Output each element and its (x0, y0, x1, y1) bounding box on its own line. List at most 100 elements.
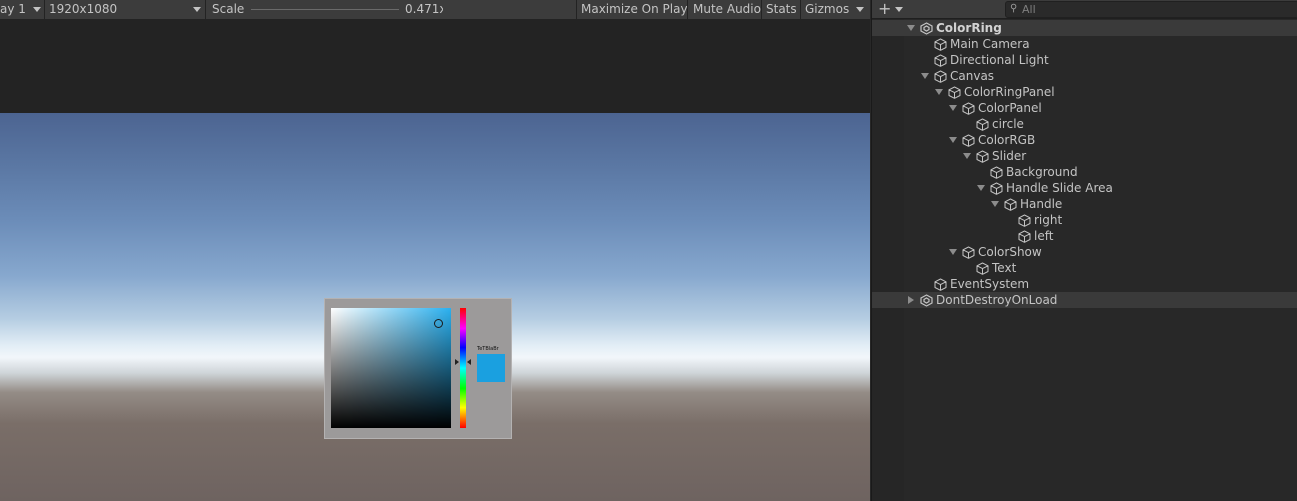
hierarchy-item-label: ColorRGB (978, 133, 1036, 147)
hierarchy-toolbar: + ⚲ (872, 0, 1297, 19)
plus-icon: + (878, 0, 892, 18)
gameobject-cube-icon (976, 262, 989, 275)
hierarchy-item-label: Handle Slide Area (1006, 181, 1113, 195)
gameobject-cube-icon (1018, 214, 1031, 227)
gameobject-cube-icon (976, 150, 989, 163)
hierarchy-item-label: Handle (1020, 197, 1063, 211)
hierarchy-item-label: ColorRingPanel (964, 85, 1055, 99)
hierarchy-item-label: right (1034, 213, 1063, 227)
gameobject-cube-icon (934, 38, 947, 51)
hierarchy-item-label: Slider (992, 149, 1027, 163)
resolution-label: 1920x1080 (49, 2, 118, 16)
hue-slider[interactable] (460, 308, 466, 428)
hierarchy-item[interactable]: Text (872, 260, 1297, 276)
chevron-down-icon (193, 7, 201, 12)
hierarchy-item[interactable]: circle (872, 116, 1297, 132)
chevron-down-icon (895, 7, 903, 12)
search-icon: ⚲ (1010, 3, 1018, 14)
game-view-toolbar: ay 1 1920x1080 Scale 0.471x Maximize On … (0, 0, 870, 20)
expand-arrow-open-icon[interactable] (976, 180, 986, 196)
expand-arrow-open-icon[interactable] (948, 100, 958, 116)
hierarchy-item-label: EventSystem (950, 277, 1030, 291)
color-show-swatch (477, 354, 505, 382)
scale-slider[interactable] (251, 9, 399, 10)
stats-toggle[interactable]: Stats (766, 0, 797, 19)
resolution-dropdown[interactable]: 1920x1080 (45, 0, 205, 19)
gameobject-cube-icon (934, 278, 947, 291)
maximize-on-play-toggle[interactable]: Maximize On Play (581, 0, 688, 19)
hierarchy-item[interactable]: ColorRingPanel (872, 84, 1297, 100)
hierarchy-item[interactable]: ColorPanel (872, 100, 1297, 116)
hierarchy-item[interactable]: Background (872, 164, 1297, 180)
mute-audio-toggle[interactable]: Mute Audio (693, 0, 761, 19)
toolbar-divider (761, 0, 762, 19)
hierarchy-item[interactable]: Canvas (872, 68, 1297, 84)
gameobject-cube-icon (934, 54, 947, 67)
hue-handle-right[interactable] (467, 359, 471, 365)
gameobject-cube-icon (962, 134, 975, 147)
gameobject-cube-icon (990, 182, 1003, 195)
gameobject-cube-icon (976, 118, 989, 131)
toolbar-divider (205, 0, 206, 19)
color-show-text: TeTBlaBr (477, 346, 499, 352)
hue-handle-left[interactable] (455, 359, 459, 365)
hierarchy-item-label: ColorRing (936, 21, 1002, 35)
scale-label: Scale (212, 2, 245, 16)
display-label: ay 1 (0, 2, 26, 16)
hierarchy-scene-row[interactable]: ColorRing (872, 20, 1297, 36)
hierarchy-item[interactable]: right (872, 212, 1297, 228)
expand-arrow-open-icon[interactable] (948, 132, 958, 148)
search-box[interactable]: ⚲ (1005, 1, 1297, 18)
unity-scene-icon (920, 22, 933, 35)
color-ring-panel: TeTBlaBr (324, 298, 512, 439)
hierarchy-item-label: Text (992, 261, 1017, 275)
gizmos-toggle[interactable]: Gizmos (805, 0, 849, 19)
toolbar-divider (576, 0, 577, 19)
expand-arrow-open-icon[interactable] (934, 84, 944, 100)
gizmos-dropdown[interactable] (852, 0, 868, 19)
hierarchy-item[interactable]: Directional Light (872, 52, 1297, 68)
hierarchy-item[interactable]: Handle Slide Area (872, 180, 1297, 196)
chevron-down-icon (33, 7, 41, 12)
hierarchy-item[interactable]: Slider (872, 148, 1297, 164)
hierarchy-item-label: Directional Light (950, 53, 1049, 67)
chevron-down-icon (856, 7, 864, 12)
hierarchy-item[interactable]: ColorRGB (872, 132, 1297, 148)
hierarchy-item-label: Canvas (950, 69, 995, 83)
search-input[interactable] (1022, 2, 1282, 17)
hierarchy-item[interactable]: left (872, 228, 1297, 244)
toolbar-divider (800, 0, 801, 19)
hierarchy-item[interactable]: Handle (872, 196, 1297, 212)
hierarchy-panel: + ⚲ ColorRing Main Camera Directional Ligh… (871, 0, 1297, 501)
expand-arrow-open-icon[interactable] (920, 68, 930, 84)
hierarchy-item-label: ColorPanel (978, 101, 1042, 115)
game-viewport[interactable]: TeTBlaBr (0, 113, 870, 501)
hierarchy-item[interactable]: ColorShow (872, 244, 1297, 260)
hierarchy-item[interactable]: Main Camera (872, 36, 1297, 52)
hierarchy-item[interactable]: EventSystem (872, 276, 1297, 292)
gameobject-cube-icon (962, 246, 975, 259)
hierarchy-item-label: DontDestroyOnLoad (936, 293, 1058, 307)
expand-arrow-open-icon[interactable] (948, 244, 958, 260)
expand-arrow-open-icon[interactable] (962, 148, 972, 164)
hierarchy-item-label: Background (1006, 165, 1078, 179)
circle-cursor[interactable] (434, 319, 443, 328)
gameobject-cube-icon (962, 102, 975, 115)
hierarchy-scene-row[interactable]: DontDestroyOnLoad (872, 292, 1297, 308)
display-dropdown[interactable]: ay 1 (0, 0, 44, 19)
expand-arrow-closed-icon[interactable] (906, 292, 916, 308)
game-view: ay 1 1920x1080 Scale 0.471x Maximize On … (0, 0, 870, 501)
gameobject-cube-icon (1004, 198, 1017, 211)
hierarchy-item-label: Main Camera (950, 37, 1030, 51)
hierarchy-item-label: ColorShow (978, 245, 1042, 259)
gameobject-cube-icon (1018, 230, 1031, 243)
hierarchy-item-label: left (1034, 229, 1054, 243)
gameobject-cube-icon (934, 70, 947, 83)
add-button[interactable]: + (878, 0, 903, 18)
expand-arrow-open-icon[interactable] (990, 196, 1000, 212)
color-panel[interactable] (331, 308, 451, 428)
unity-scene-icon (920, 294, 933, 307)
gameobject-cube-icon (990, 166, 1003, 179)
expand-arrow-open-icon[interactable] (906, 20, 916, 36)
gameobject-cube-icon (948, 86, 961, 99)
